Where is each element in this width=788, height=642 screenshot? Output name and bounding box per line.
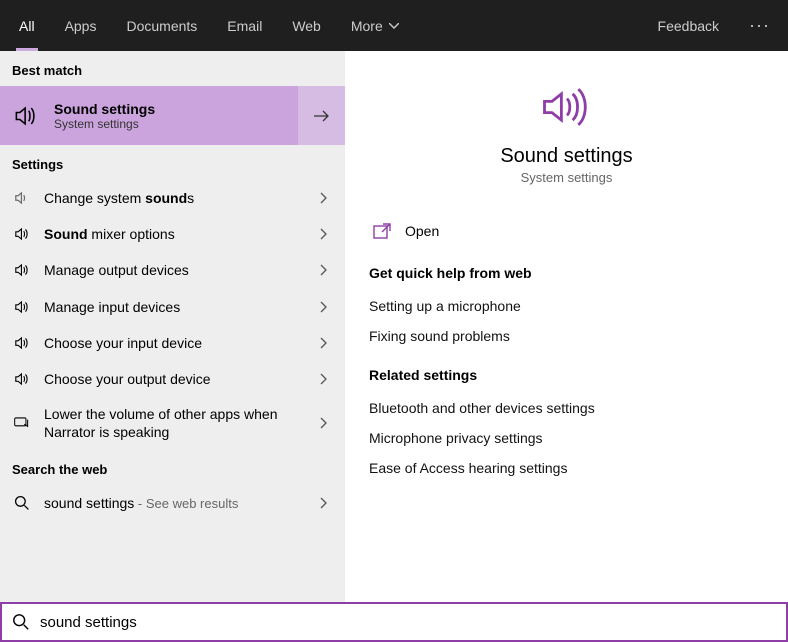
- settings-item-label: Change system sounds: [44, 189, 303, 207]
- filter-tabs: All Apps Documents Email Web More: [4, 0, 414, 51]
- more-options-button[interactable]: ···: [735, 15, 784, 36]
- settings-item-label: Lower the volume of other apps when Narr…: [44, 405, 303, 441]
- best-match-text: Sound settings System settings: [54, 101, 155, 131]
- settings-item-label: Choose your input device: [44, 334, 303, 352]
- open-icon: [373, 223, 391, 239]
- search-icon: [12, 613, 30, 631]
- help-link-sound-problems[interactable]: Fixing sound problems: [369, 321, 764, 351]
- detail-pane: Sound settings System settings Open Get …: [345, 51, 788, 602]
- settings-item-narrator-volume[interactable]: Lower the volume of other apps when Narr…: [0, 397, 345, 449]
- related-link-bluetooth[interactable]: Bluetooth and other devices settings: [369, 393, 764, 423]
- quick-help-header: Get quick help from web: [369, 265, 764, 281]
- narrator-icon: [12, 414, 32, 432]
- chevron-right-icon: [315, 228, 333, 240]
- chevron-right-icon: [315, 192, 333, 204]
- chevron-right-icon: [315, 264, 333, 276]
- search-icon: [12, 495, 32, 511]
- top-filter-bar: All Apps Documents Email Web More Feedba…: [0, 0, 788, 51]
- speaker-small-icon: [12, 261, 32, 279]
- best-match-expand-button[interactable]: [298, 86, 345, 145]
- settings-item-manage-input[interactable]: Manage input devices: [0, 289, 345, 325]
- open-label: Open: [405, 223, 439, 239]
- best-match-main: Sound settings System settings: [0, 86, 298, 145]
- chevron-down-icon: [389, 23, 399, 29]
- detail-title: Sound settings: [369, 145, 764, 168]
- tab-documents[interactable]: Documents: [111, 0, 212, 51]
- tab-more-label: More: [351, 18, 383, 34]
- settings-item-change-system-sounds[interactable]: Change system sounds: [0, 180, 345, 216]
- best-match-item[interactable]: Sound settings System settings: [0, 86, 345, 145]
- tab-apps[interactable]: Apps: [50, 0, 112, 51]
- speaker-small-icon: [12, 225, 32, 243]
- results-column: Best match Sound settings System setting…: [0, 51, 345, 602]
- main-area: Best match Sound settings System setting…: [0, 51, 788, 602]
- open-action[interactable]: Open: [369, 213, 764, 249]
- detail-speaker-icon: [537, 83, 597, 131]
- settings-list: Change system sounds Sound mixer options…: [0, 180, 345, 450]
- tab-email[interactable]: Email: [212, 0, 277, 51]
- tab-web[interactable]: Web: [277, 0, 336, 51]
- chevron-right-icon: [315, 373, 333, 385]
- tab-more[interactable]: More: [336, 0, 414, 51]
- settings-header: Settings: [0, 145, 345, 180]
- speaker-small-icon: [12, 370, 32, 388]
- chevron-right-icon: [315, 417, 333, 429]
- related-header: Related settings: [369, 367, 764, 383]
- chevron-right-icon: [315, 497, 333, 509]
- speaker-small-icon: [12, 298, 32, 316]
- settings-item-label: Manage input devices: [44, 298, 303, 316]
- related-link-ease-access[interactable]: Ease of Access hearing settings: [369, 453, 764, 483]
- best-match-header: Best match: [0, 51, 345, 86]
- web-result-item[interactable]: sound settings - See web results: [0, 485, 345, 522]
- settings-item-choose-output[interactable]: Choose your output device: [0, 361, 345, 397]
- detail-subtitle: System settings: [369, 170, 764, 185]
- settings-item-label: Choose your output device: [44, 370, 303, 388]
- feedback-link[interactable]: Feedback: [642, 18, 735, 34]
- settings-item-choose-input[interactable]: Choose your input device: [0, 325, 345, 361]
- search-bar[interactable]: [0, 602, 788, 642]
- speaker-icon: [12, 102, 40, 130]
- search-web-header: Search the web: [0, 450, 345, 485]
- search-input[interactable]: [40, 614, 776, 631]
- settings-item-label: Manage output devices: [44, 261, 303, 279]
- web-result-label: sound settings - See web results: [44, 494, 303, 513]
- settings-item-manage-output[interactable]: Manage output devices: [0, 252, 345, 288]
- chevron-right-icon: [315, 337, 333, 349]
- help-link-microphone[interactable]: Setting up a microphone: [369, 291, 764, 321]
- chevron-right-icon: [315, 301, 333, 313]
- arrow-right-icon: [313, 109, 331, 123]
- speaker-small-icon: [12, 189, 32, 207]
- settings-item-sound-mixer[interactable]: Sound mixer options: [0, 216, 345, 252]
- related-link-mic-privacy[interactable]: Microphone privacy settings: [369, 423, 764, 453]
- topbar-right: Feedback ···: [642, 0, 784, 51]
- best-match-subtitle: System settings: [54, 117, 155, 131]
- best-match-title: Sound settings: [54, 101, 155, 117]
- speaker-small-icon: [12, 334, 32, 352]
- settings-item-label: Sound mixer options: [44, 225, 303, 243]
- tab-all[interactable]: All: [4, 0, 50, 51]
